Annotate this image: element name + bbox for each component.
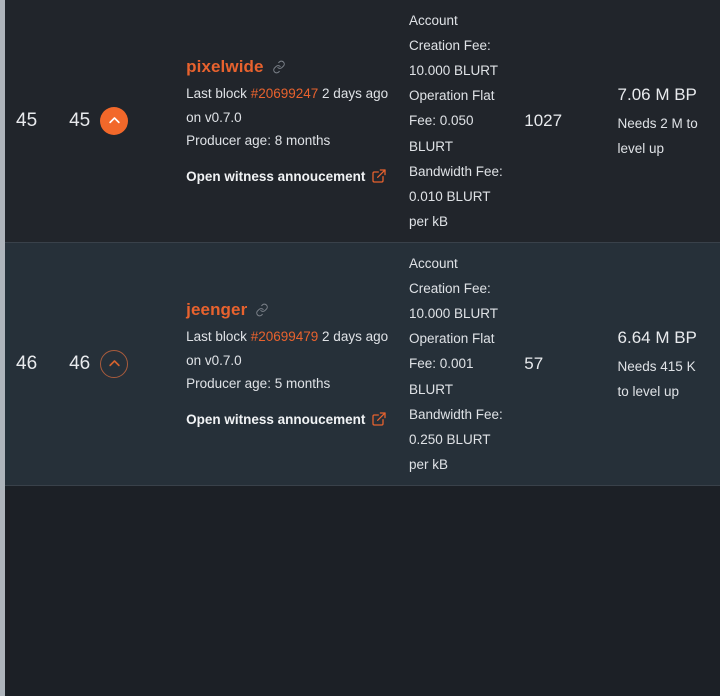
witness-bp-cell: 6.64 M BP Needs 415 K to level up [611,241,720,486]
witness-name-link[interactable]: jeenger [186,295,247,324]
witness-last-block: Last block #20699479 2 days ago on v0.7.… [186,325,389,371]
witness-bp-cell: 7.06 M BP Needs 2 M to level up [612,0,720,242]
last-block-number[interactable]: #20699247 [251,86,319,101]
witness-fees: Account Creation Fee: 10.000 BLURT Opera… [409,13,503,229]
table-row[interactable]: 45 45 pixelwide Last block #20699247 2 d… [0,0,720,243]
chevron-up-icon [109,117,120,124]
last-block-number[interactable]: #20699479 [251,329,319,344]
witness-producer-age: Producer age: 8 months [186,132,331,148]
witness-bp-amount: 6.64 M BP [617,327,697,347]
witness-bp-level-note: Needs 2 M to level up [617,116,698,157]
witness-bp-amount: 7.06 M BP [617,84,697,104]
witness-table: 45 45 pixelwide Last block #20699247 2 d… [0,0,720,486]
external-link-icon[interactable] [371,168,387,184]
last-block-label: Last block [186,329,247,345]
witness-announcement-label: Open witness annoucement [186,169,366,185]
witness-last-block: Last block #20699247 2 days ago on v0.7.… [186,82,389,128]
upvote-button[interactable] [100,349,129,378]
witness-vote-rank: 46 [69,352,91,374]
witness-missed-blocks: 1027 [524,110,563,130]
witness-announcement-link[interactable]: Open witness annoucement [186,407,389,433]
witness-fees: Account Creation Fee: 10.000 BLURT Opera… [399,241,519,486]
witness-bp-level-note: Needs 415 K to level up [617,359,696,400]
witness-rank: 45 [16,109,38,131]
witness-table-body: 45 45 pixelwide Last block #20699247 2 d… [0,0,720,486]
witness-vote-rank: 45 [69,109,91,131]
witness-vote-rank-cell: 46 [54,241,183,486]
witness-name-link[interactable]: pixelwide [186,52,263,81]
witness-list-page: 45 45 pixelwide Last block #20699247 2 d… [0,0,720,696]
link-icon[interactable] [272,60,286,74]
page-scrollbar-thumb[interactable] [0,0,5,696]
page-scrollbar[interactable] [0,0,5,696]
last-block-label: Last block [186,86,247,102]
chevron-up-icon [109,360,120,367]
upvote-button[interactable] [100,106,129,135]
witness-announcement-link[interactable]: Open witness annoucement [186,164,389,190]
link-icon[interactable] [255,303,269,317]
witness-missed-blocks: 57 [518,241,612,486]
witness-info-cell: pixelwide Last block #20699247 2 days ag… [182,0,399,242]
witness-vote-rank-cell: 45 [54,0,182,242]
witness-announcement-label: Open witness annoucement [186,412,366,428]
witness-rank: 46 [0,241,55,486]
table-row[interactable]: 46 46 jeenger Last block #20699479 2 day… [0,241,720,486]
witness-info-cell: jeenger Last block #20699479 2 days ago … [182,241,399,486]
witness-producer-age: Producer age: 5 months [186,375,331,391]
external-link-icon[interactable] [371,411,387,427]
